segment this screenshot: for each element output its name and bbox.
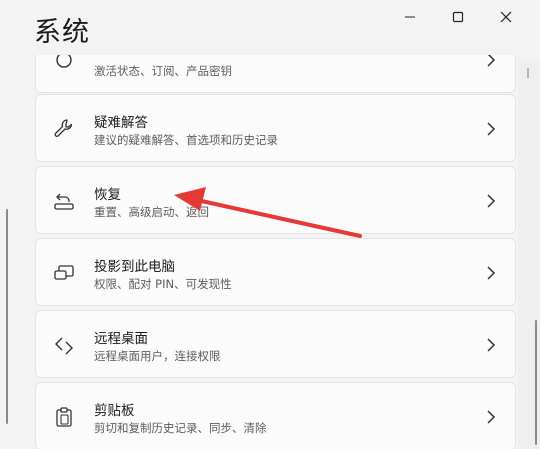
key-icon — [56, 55, 72, 68]
settings-card-activation[interactable]: 激活状态、订阅、产品密钥 — [35, 55, 516, 93]
chevron-right-icon — [487, 55, 496, 67]
settings-card-subtitle: 激活状态、订阅、产品密钥 — [94, 64, 232, 78]
close-icon — [500, 11, 512, 23]
minimize-button[interactable] — [386, 6, 434, 28]
wrench-icon — [54, 119, 73, 137]
settings-card-subtitle: 重置、高级启动、返回 — [94, 205, 209, 219]
settings-list: 激活状态、订阅、产品密钥 疑难解答 建议的疑难解答、首选项和历史记录 恢复 重置… — [0, 55, 540, 449]
minimize-icon — [405, 16, 415, 18]
settings-card-subtitle: 远程桌面用户，连接权限 — [94, 349, 221, 363]
chevron-right-icon — [487, 122, 496, 136]
settings-card-title: 投影到此电脑 — [94, 259, 175, 275]
page-title: 系统 — [34, 17, 90, 48]
clipboard-icon — [56, 407, 72, 427]
close-button[interactable] — [482, 6, 530, 28]
chevron-right-icon — [487, 266, 496, 280]
settings-card-subtitle: 权限、配对 PIN、可发现性 — [94, 277, 232, 291]
remote-desktop-icon — [55, 337, 73, 355]
maximize-button[interactable] — [434, 6, 482, 28]
chevron-right-icon — [487, 410, 496, 424]
projection-icon — [54, 265, 74, 280]
maximize-icon — [452, 11, 464, 23]
settings-card-remote-desktop[interactable]: 远程桌面 远程桌面用户，连接权限 — [35, 310, 516, 378]
settings-card-title: 疑难解答 — [94, 115, 148, 131]
settings-card-title: 恢复 — [94, 187, 121, 203]
settings-card-subtitle: 建议的疑难解答、首选项和历史记录 — [94, 133, 278, 147]
settings-card-clipboard[interactable]: 剪贴板 剪切和复制历史记录、同步、清除 — [35, 382, 516, 449]
chevron-right-icon — [487, 194, 496, 208]
chevron-right-icon — [487, 338, 496, 352]
settings-card-troubleshoot[interactable]: 疑难解答 建议的疑难解答、首选项和历史记录 — [35, 94, 516, 162]
settings-card-recovery[interactable]: 恢复 重置、高级启动、返回 — [35, 166, 516, 234]
settings-card-title: 远程桌面 — [94, 331, 148, 347]
settings-card-projecting[interactable]: 投影到此电脑 权限、配对 PIN、可发现性 — [35, 238, 516, 306]
window-controls — [386, 6, 530, 28]
settings-card-title: 剪贴板 — [94, 403, 135, 419]
settings-card-subtitle: 剪切和复制历史记录、同步、清除 — [94, 421, 267, 435]
recovery-icon — [54, 193, 74, 210]
